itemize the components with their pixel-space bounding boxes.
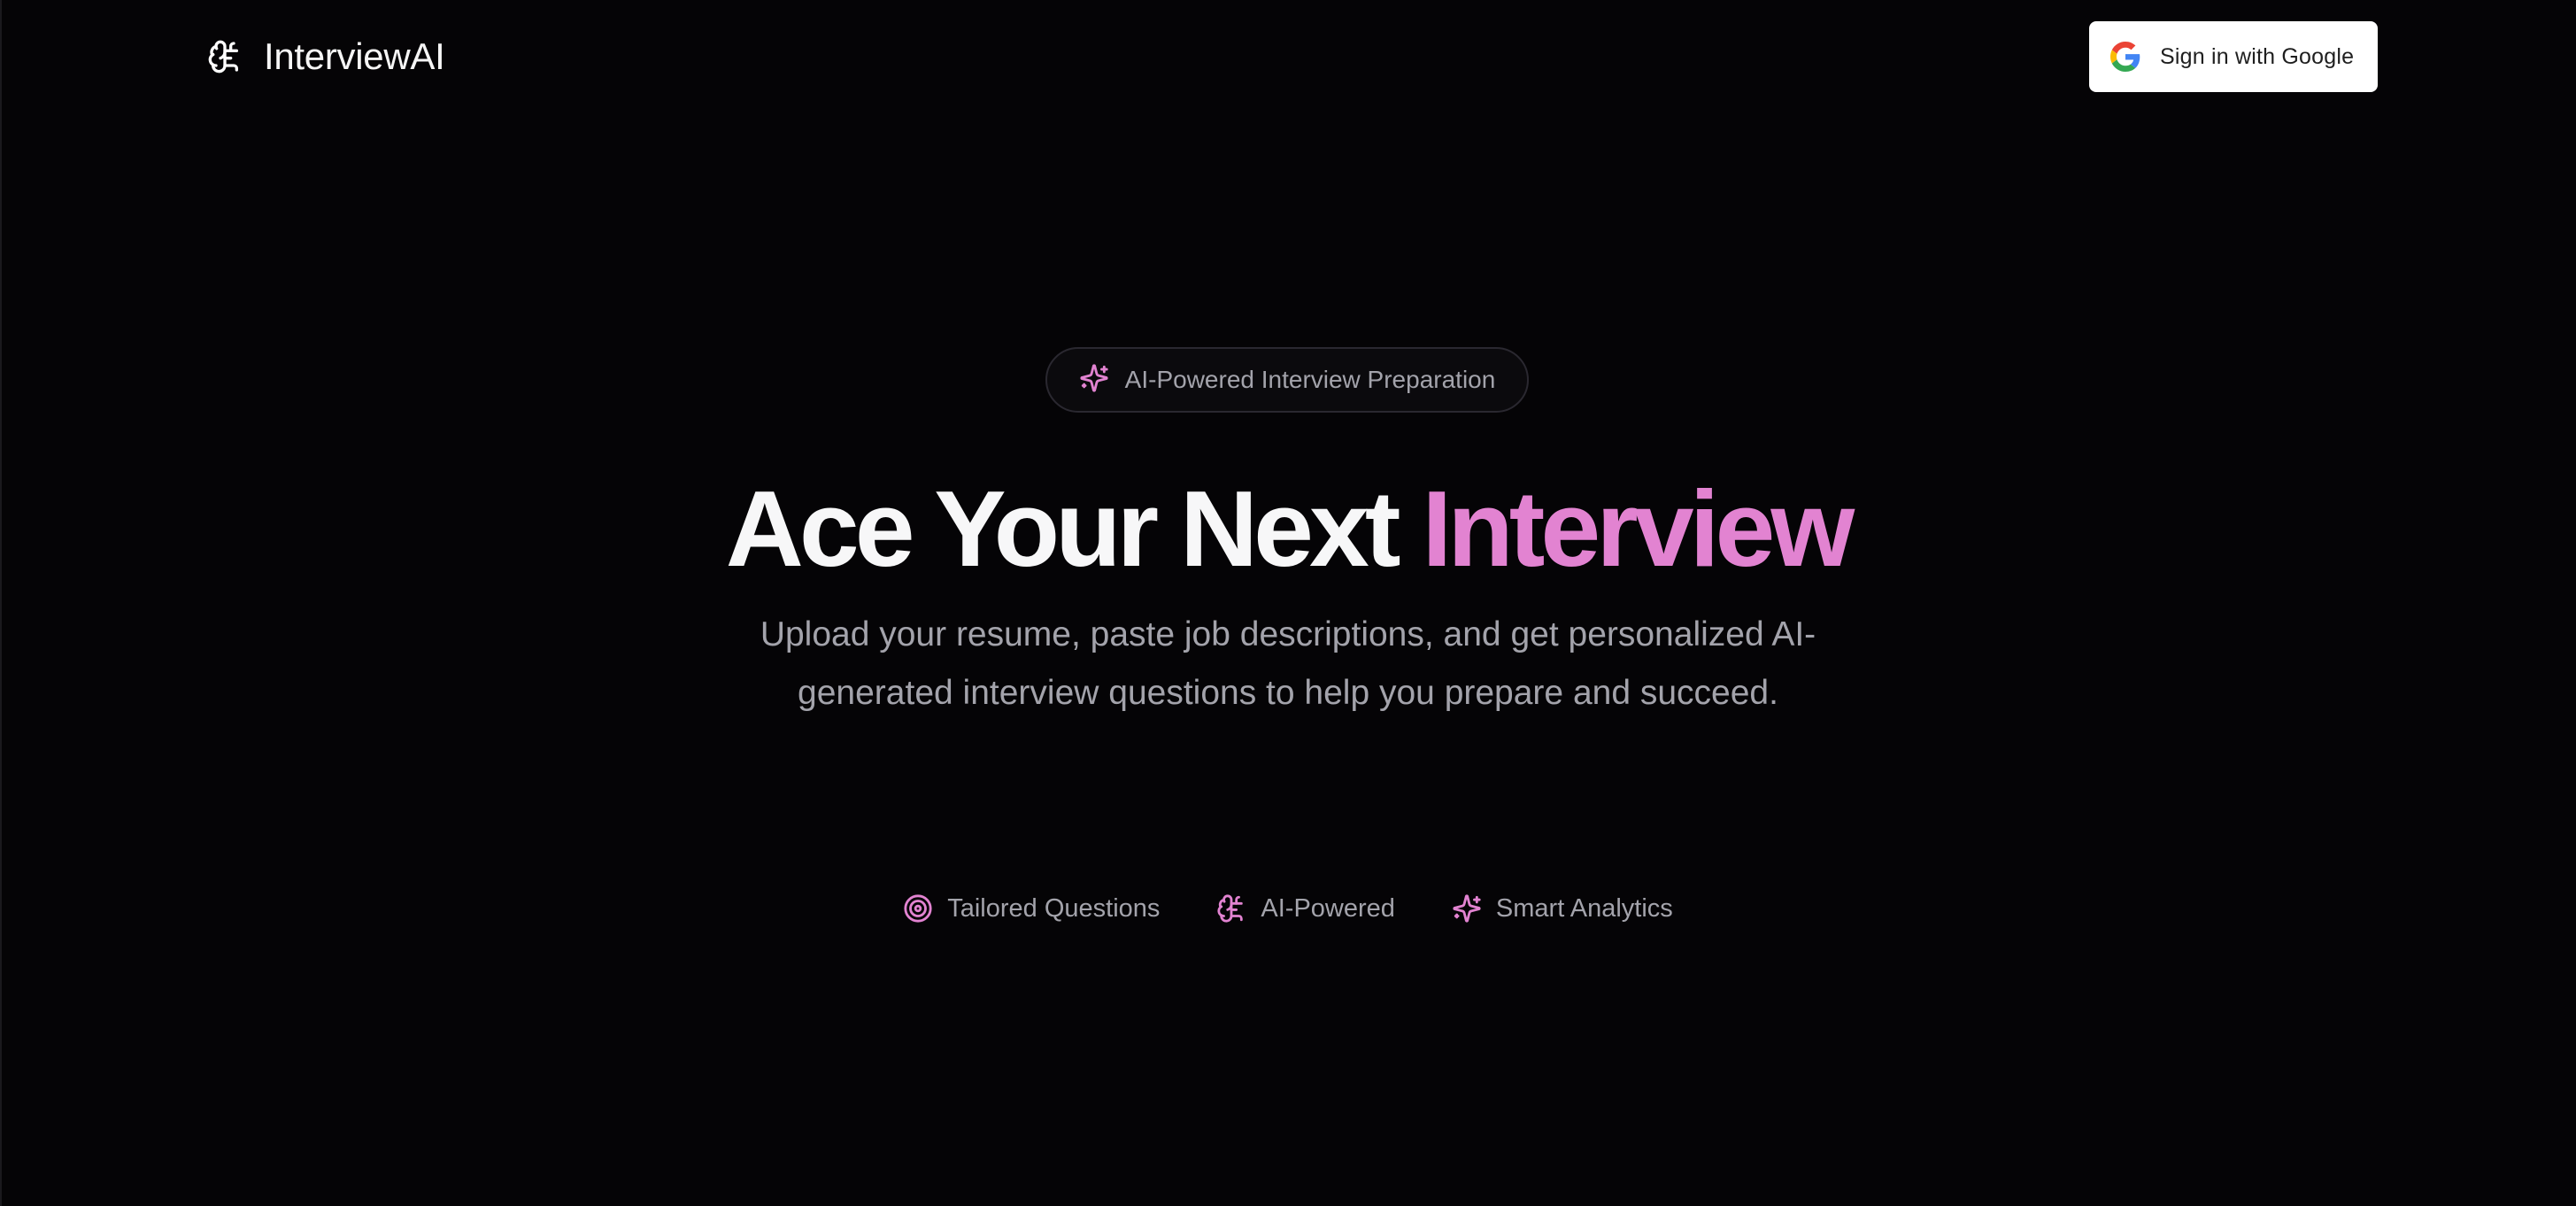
feature-label: AI-Powered <box>1261 893 1395 923</box>
google-icon <box>2110 42 2140 72</box>
landing-page: InterviewAI Sign in with Google AI-Power… <box>0 0 2576 1206</box>
hero-badge: AI-Powered Interview Preparation <box>1045 347 1529 413</box>
navbar: InterviewAI Sign in with Google <box>0 0 2576 113</box>
brand-name: InterviewAI <box>264 35 445 77</box>
hero-title: Ace Your Next Interview <box>0 462 2576 595</box>
brand-logo-link[interactable]: InterviewAI <box>207 32 445 81</box>
brain-icon <box>1216 893 1246 924</box>
hero-title-accent: Interview <box>1422 468 1855 589</box>
window-edge <box>0 0 2 1206</box>
sparkles-icon <box>1079 363 1109 398</box>
feature-label: Smart Analytics <box>1495 893 1673 923</box>
hero-title-plain: Ace Your Next <box>725 468 1423 589</box>
sign-in-label: Sign in with Google <box>2160 43 2355 69</box>
hero-subtitle: Upload your resume, paste job descriptio… <box>760 615 1816 712</box>
brain-icon <box>207 37 243 76</box>
badge-label: AI-Powered Interview Preparation <box>1124 366 1496 393</box>
feature-label: Tailored Questions <box>947 893 1161 923</box>
sign-in-with-google-button[interactable]: Sign in with Google <box>2089 21 2378 92</box>
target-icon <box>903 893 933 924</box>
feature-list: Tailored Questions AI-Powered Smart Anal… <box>0 889 2576 928</box>
sparkles-icon <box>1452 893 1482 924</box>
feature-item-tailored-questions: Tailored Questions <box>903 893 1160 924</box>
feature-item-ai-powered: AI-Powered <box>1216 893 1395 924</box>
feature-item-smart-analytics: Smart Analytics <box>1452 893 1673 924</box>
